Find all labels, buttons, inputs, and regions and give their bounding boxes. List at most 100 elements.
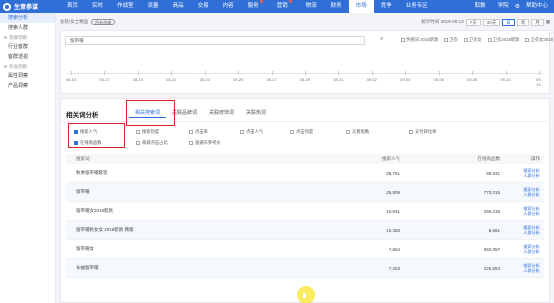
nav-item-1[interactable]: 实时 [85,0,110,13]
header-goods[interactable]: 在线商品数 [406,156,506,162]
metric-checkbox[interactable] [74,129,78,134]
metric-option[interactable]: 在线商品数 [74,140,101,146]
action-link[interactable]: 人群分析 [506,249,540,254]
checkbox[interactable] [463,37,468,42]
metric-checkbox[interactable] [240,129,244,134]
range-button[interactable]: 日 [502,18,515,26]
timeline-date[interactable]: 09-13 [536,77,542,87]
metric-option[interactable]: 搜索热度 [136,129,159,135]
metric-option[interactable]: 点击人气 [240,129,263,135]
sidebar-item[interactable]: 搜索分析 [0,13,55,23]
nav-item-12[interactable]: 竞争 [374,0,399,13]
timeline-date[interactable]: 08-25 [233,77,243,82]
tab-3[interactable]: 关联热词 [240,108,272,118]
header-term[interactable]: 搜索词 [66,156,266,162]
nav-item-help[interactable]: 帮助中心 [520,0,554,13]
metric-checkbox[interactable] [136,129,140,134]
sidebar-item[interactable]: 客群透视 [0,52,55,62]
nav-item-11[interactable]: 市场 [348,0,374,13]
table-row: 留带帽女 7,664 562,057 搜索分析 人群分析 [66,240,544,259]
range-button[interactable]: 周 [516,18,530,26]
sidebar-item[interactable]: 属性洞察 [0,71,55,81]
timeline-date[interactable]: 08-19 [133,77,143,82]
timeline-tick [271,71,273,75]
timeline-date[interactable]: 08-31 [333,77,343,82]
metric-option[interactable]: 直通车参考价 [189,140,221,146]
compare-option[interactable]: 热搜词 2018新款 [401,37,438,43]
range-button[interactable]: 7天 [465,18,481,26]
timeline-date[interactable]: 08-27 [266,77,276,82]
sidebar-item[interactable]: 行业客群 [0,42,55,52]
range-button[interactable]: 30天 [482,18,501,26]
timeline-date[interactable]: 09-10 [500,77,510,82]
metric-checkbox[interactable] [189,129,193,134]
metric-checkbox[interactable] [189,140,193,145]
timeline-tick [405,71,407,75]
compare-option[interactable]: 卫衣女2018 [525,37,553,43]
metric-option[interactable]: 商城点击占比 [136,140,168,146]
timeline-tick [472,71,474,75]
nav-item-10[interactable]: 财务 [324,0,349,13]
sidebar-item[interactable]: 搜索人群 [0,23,55,33]
cell-popularity: 7,253 [388,265,400,271]
nav-item-2[interactable]: 作战室 [110,0,141,13]
compare-option[interactable]: 卫衣2018新款 [487,37,519,43]
metric-option[interactable]: 点击率 [189,129,208,135]
nav-item-8[interactable]: 营销 [270,0,299,13]
checkbox[interactable] [401,37,405,42]
metric-option[interactable]: 点击热度 [290,129,313,135]
nav-item-7[interactable]: 服务 [241,0,270,13]
brand[interactable]: 生意参谋 [0,2,60,11]
table-row: 留带帽女2018新款 10,931 259,238 搜索分析 人群分析 [66,202,544,221]
checkbox[interactable] [444,37,449,42]
timeline-date[interactable]: 08-29 [300,77,310,82]
metric-checkbox[interactable] [136,140,140,145]
action-link[interactable]: 人群分析 [506,211,540,216]
metric-option[interactable]: 搜索人气 [74,129,97,135]
date-timeline[interactable]: 08-15 08-17 08-19 08-21 08-23 08-25 08-27 08-29… [66,69,543,87]
timeline-date[interactable]: 09-06 [434,77,444,82]
cell-goods: 259,238 [483,208,500,214]
metric-checkbox[interactable] [74,140,78,145]
metric-checkbox[interactable] [409,129,413,134]
timeline-date[interactable]: 08-23 [200,77,210,82]
compare-option[interactable]: 卫衣 [444,37,458,43]
compare-option[interactable]: 卫衣女 [463,37,482,43]
checkbox[interactable] [487,37,492,42]
nav-item-0[interactable]: 首页 [60,0,85,13]
nav-item-13[interactable]: 业务专区 [399,0,435,13]
sidebar-item[interactable]: 产品洞察 [0,81,55,91]
timeline-date[interactable]: 09-04 [400,77,410,82]
search-input[interactable]: 留带帽 [65,36,365,45]
nav-item-5[interactable]: 交易 [191,0,216,13]
range-button[interactable]: 月 [531,18,544,26]
metric-checkbox[interactable] [346,129,350,134]
action-link[interactable]: 人群分析 [506,173,540,178]
action-link[interactable]: 人群分析 [506,268,540,273]
nav-item-4[interactable]: 商品 [166,0,191,13]
timeline-date[interactable]: 09-08 [467,77,477,82]
nav-item-6[interactable]: 内容 [216,0,241,13]
category-crumb[interactable]: 女装/女士精品 [60,19,88,25]
header-popularity[interactable]: 搜索人气 [266,156,406,162]
nav-item-9[interactable]: 物流 [299,0,324,13]
terminal-tag[interactable]: 所有终端 [91,19,116,25]
metric-checkbox[interactable] [290,129,294,134]
nav-item-query[interactable]: 取数 [469,0,492,13]
nav-item-3[interactable]: 流量 [141,0,166,13]
timeline-date[interactable]: 08-17 [99,77,109,82]
table-row: 留带帽秋女女 2018新款 韩版 10,368 5,661 搜索分析 人群分析 [66,221,544,240]
timeline-date[interactable]: 08-15 [66,77,76,82]
metric-option[interactable]: 支付转化率 [409,129,436,135]
timeline-date[interactable]: 09-02 [367,77,377,82]
nav-right: 取数 学院 ⚙ 帮助中心 [469,0,554,13]
tab-2[interactable]: 关联修饰词 [203,108,240,118]
action-link[interactable]: 人群分析 [506,192,540,197]
nav-item-academy[interactable]: 学院 [492,0,515,13]
search-icon[interactable]: ⌕ [380,36,383,43]
metric-option[interactable]: 交易指数 [346,129,369,135]
action-link[interactable]: 人群分析 [506,230,540,235]
calendar-icon[interactable]: ▦ [546,19,550,25]
timeline-date[interactable]: 08-21 [166,77,176,82]
checkbox[interactable] [525,37,530,42]
